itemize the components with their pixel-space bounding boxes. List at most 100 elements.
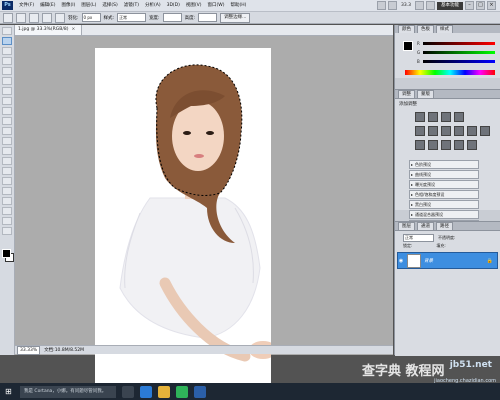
threshold-icon[interactable]: [441, 140, 451, 150]
rectangular-marquee-tool-icon[interactable]: [2, 37, 12, 45]
eraser-tool-icon[interactable]: [2, 127, 12, 135]
menu-analysis[interactable]: 分析(A): [142, 0, 164, 11]
lasso-tool-icon[interactable]: [2, 47, 12, 55]
dodge-tool-icon[interactable]: [2, 157, 12, 165]
preset-item[interactable]: 色阶预设: [409, 160, 479, 169]
zoom-level[interactable]: 33.3: [399, 2, 413, 10]
path-selection-tool-icon[interactable]: [2, 187, 12, 195]
red-bar[interactable]: [423, 42, 495, 45]
hand-tool-icon[interactable]: [2, 217, 12, 225]
style-select[interactable]: 正常: [117, 13, 147, 22]
status-zoom-field[interactable]: 33.33%: [17, 345, 41, 355]
channel-mixer-icon[interactable]: [480, 126, 490, 136]
green-bar[interactable]: [423, 51, 495, 54]
black-white-icon[interactable]: [454, 126, 464, 136]
feather-input[interactable]: 0 px: [81, 13, 101, 22]
clone-stamp-tool-icon[interactable]: [2, 107, 12, 115]
gradient-tool-icon[interactable]: [2, 137, 12, 145]
new-selection-icon[interactable]: [16, 12, 26, 23]
quick-selection-tool-icon[interactable]: [2, 57, 12, 65]
gradient-map-icon[interactable]: [454, 140, 464, 150]
close-icon[interactable]: ×: [487, 1, 496, 10]
color-balance-icon[interactable]: [441, 126, 451, 136]
selective-color-icon[interactable]: [467, 140, 477, 150]
height-input[interactable]: [198, 13, 218, 22]
file-explorer-icon[interactable]: [158, 385, 170, 398]
shape-tool-icon[interactable]: [2, 197, 12, 205]
bridge-icon[interactable]: [376, 1, 386, 10]
tab-paths[interactable]: 路径: [436, 222, 453, 230]
document-size-info[interactable]: 文档:10.8M/8.52M: [44, 347, 84, 353]
menu-view[interactable]: 视图(V): [183, 0, 205, 11]
menu-layer[interactable]: 图层(L): [78, 0, 99, 11]
levels-icon[interactable]: [428, 112, 438, 122]
store-icon[interactable]: [176, 385, 188, 398]
zoom-tool-icon[interactable]: [2, 227, 12, 235]
maximize-icon[interactable]: □: [476, 1, 485, 10]
foreground-color-swatch[interactable]: [2, 249, 11, 258]
tab-color[interactable]: 颜色: [398, 25, 415, 33]
task-view-icon[interactable]: [122, 385, 134, 398]
hue-saturation-icon[interactable]: [428, 126, 438, 136]
photo-filter-icon[interactable]: [467, 126, 477, 136]
tab-swatches[interactable]: 色板: [417, 25, 434, 33]
workspace-switcher[interactable]: 基本功能: [437, 1, 463, 10]
brightness-icon[interactable]: [415, 112, 425, 122]
menu-filter[interactable]: 滤镜(T): [121, 0, 142, 11]
tab-masks[interactable]: 蒙版: [417, 90, 434, 98]
preset-item[interactable]: 黑白预设: [409, 200, 479, 209]
blur-tool-icon[interactable]: [2, 147, 12, 155]
canvas[interactable]: [95, 48, 277, 383]
blue-bar[interactable]: [423, 60, 495, 63]
width-input[interactable]: [162, 13, 182, 22]
pen-tool-icon[interactable]: [2, 167, 12, 175]
document-tab[interactable]: 1.jpg @ 33.3%(RGB/8) ×: [15, 25, 83, 35]
3d-rotate-tool-icon[interactable]: [2, 207, 12, 215]
minimize-icon[interactable]: –: [465, 1, 474, 10]
color-spectrum[interactable]: [405, 70, 495, 75]
move-tool-icon[interactable]: [2, 27, 12, 35]
spot-healing-tool-icon[interactable]: [2, 87, 12, 95]
tab-adjustments[interactable]: 调整: [398, 90, 415, 98]
preset-item[interactable]: 曲线预设: [409, 170, 479, 179]
menu-file[interactable]: 文件(F): [16, 0, 37, 11]
marquee-tool-preset-icon[interactable]: [3, 12, 13, 23]
cortana-search-box[interactable]: 我是 Cortana，小娜。有问题尽管问我。: [20, 385, 116, 398]
curves-icon[interactable]: [441, 112, 451, 122]
preset-item[interactable]: 通道混合器预设: [409, 210, 479, 219]
crop-tool-icon[interactable]: [2, 67, 12, 75]
arrange-documents-icon[interactable]: [426, 1, 435, 10]
tab-layers[interactable]: 图层: [398, 222, 415, 230]
posterize-icon[interactable]: [428, 140, 438, 150]
green-slider[interactable]: G: [417, 50, 495, 55]
menu-help[interactable]: 帮助(H): [227, 0, 249, 11]
menu-3d[interactable]: 3D(D): [164, 0, 183, 11]
intersect-selection-icon[interactable]: [55, 12, 65, 23]
refine-edge-button[interactable]: 调整边缘...: [220, 12, 251, 23]
brush-tool-icon[interactable]: [2, 97, 12, 105]
subtract-selection-icon[interactable]: [42, 12, 52, 23]
close-tab-icon[interactable]: ×: [72, 27, 76, 32]
red-slider[interactable]: R: [417, 41, 495, 46]
preset-item[interactable]: 色相/饱和度预设: [409, 190, 479, 199]
windows-start-icon[interactable]: ⊞: [5, 386, 17, 398]
visibility-eye-icon[interactable]: ◉: [398, 258, 404, 264]
menu-edit[interactable]: 编辑(E): [37, 0, 58, 11]
add-to-selection-icon[interactable]: [29, 12, 39, 23]
hand-icon[interactable]: [415, 1, 424, 10]
history-brush-tool-icon[interactable]: [2, 117, 12, 125]
invert-icon[interactable]: [415, 140, 425, 150]
blue-slider[interactable]: B: [417, 59, 495, 64]
eyedropper-tool-icon[interactable]: [2, 77, 12, 85]
menu-image[interactable]: 图像(I): [58, 0, 78, 11]
blend-mode-select[interactable]: 正常: [403, 234, 434, 242]
preset-item[interactable]: 曝光度预设: [409, 180, 479, 189]
vibrance-icon[interactable]: [415, 126, 425, 136]
type-tool-icon[interactable]: [2, 177, 12, 185]
color-panel-foreground-swatch[interactable]: [403, 41, 413, 51]
edge-browser-icon[interactable]: [140, 385, 152, 398]
tab-styles[interactable]: 样式: [436, 25, 453, 33]
tab-channels[interactable]: 通道: [417, 222, 434, 230]
layer-row-background[interactable]: ◉ 背景 🔒: [397, 252, 498, 269]
mini-bridge-icon[interactable]: [387, 1, 397, 10]
